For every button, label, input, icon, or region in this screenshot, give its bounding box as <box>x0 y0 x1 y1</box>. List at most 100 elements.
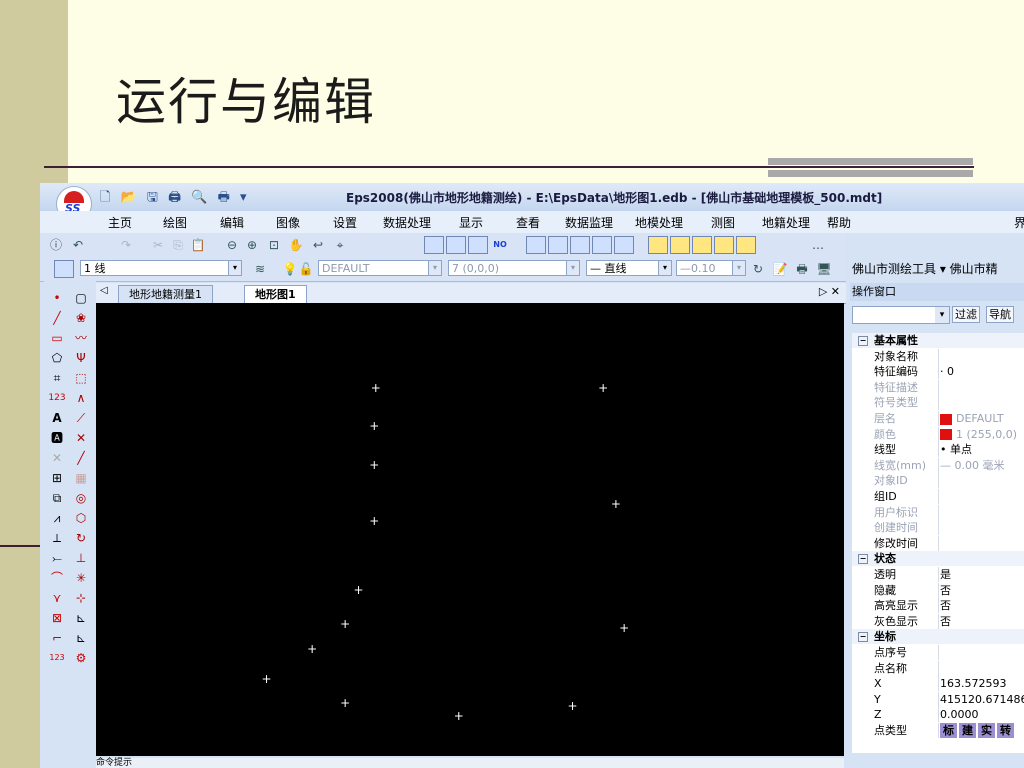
property-row[interactable]: 颜色 1 (255,0,0) <box>852 426 1024 442</box>
property-row[interactable]: 点序号 <box>852 645 1024 660</box>
property-row[interactable]: 创建时间 <box>852 520 1024 536</box>
map-canvas[interactable]: + + + + + + + + + + + + + + <box>96 303 844 756</box>
rect-tool-icon[interactable]: ▭ <box>48 329 66 347</box>
point-type-tag[interactable]: 实 <box>978 723 995 738</box>
survey-point[interactable]: + <box>567 700 577 712</box>
menu-data-supervision[interactable]: 数据监理 <box>565 214 613 231</box>
angle-tool-icon[interactable]: ∧ <box>72 389 90 407</box>
polygon-tool-icon[interactable]: ⬠ <box>48 349 66 367</box>
layer-tool-2-icon[interactable] <box>548 236 568 254</box>
circle-tool-icon[interactable]: ◎ <box>72 489 90 507</box>
property-row[interactable]: Y 415120.671486 <box>852 691 1024 707</box>
settings-tool-icon[interactable]: ⚙ <box>72 649 90 667</box>
property-category[interactable]: − 状态 <box>852 551 1024 567</box>
select-icon[interactable]: ⌖ <box>332 237 348 253</box>
table-view-icon[interactable] <box>468 236 488 254</box>
cut-icon[interactable]: ✂ <box>150 237 166 253</box>
tab-controls[interactable]: ▷ ✕ <box>819 285 840 298</box>
perpendicular-tool-icon[interactable]: ⊥ <box>72 549 90 567</box>
property-value[interactable]: 否 <box>940 598 951 613</box>
survey-point[interactable]: + <box>619 622 629 634</box>
no-icon[interactable]: NO <box>492 237 508 253</box>
survey-point[interactable]: + <box>262 673 272 685</box>
menu-terrain-model[interactable]: 地模处理 <box>635 214 683 231</box>
survey-point[interactable]: + <box>369 459 379 471</box>
survey-point[interactable]: + <box>340 697 350 709</box>
layer-tool-5-icon[interactable] <box>614 236 634 254</box>
grid-tool-icon[interactable]: ▦ <box>72 469 90 487</box>
property-category[interactable]: − 坐标 <box>852 629 1024 645</box>
property-value[interactable]: • 单点 <box>940 442 972 457</box>
zoom-prev-icon[interactable]: ↩ <box>310 237 326 253</box>
survey-point[interactable]: + <box>611 498 621 510</box>
property-row[interactable]: 透明 是 <box>852 567 1024 582</box>
property-row[interactable]: 灰色显示 否 <box>852 613 1024 629</box>
tab-scroll-left-icon[interactable]: ◁ <box>100 285 108 296</box>
property-value[interactable]: 163.572593 <box>940 676 1006 691</box>
survey-point[interactable]: + <box>598 382 608 394</box>
hexagon-tool-icon[interactable]: ⬡ <box>72 509 90 527</box>
star-tool-icon[interactable]: ✳ <box>72 569 90 587</box>
mirror-tool-icon[interactable]: ⩘ <box>48 509 66 527</box>
property-value[interactable]: 否 <box>940 583 951 598</box>
object-select[interactable]: ▾ <box>852 306 950 324</box>
property-value[interactable]: 否 <box>940 614 951 629</box>
survey-tools-label[interactable]: 佛山市测绘工具 ▾ 佛山市精 <box>852 260 998 277</box>
point-type-tag[interactable]: 标 <box>940 723 957 738</box>
property-row[interactable]: 修改时间 <box>852 535 1024 551</box>
lock-icon[interactable]: 🔓 <box>298 261 314 277</box>
menu-more[interactable]: 界 <box>1014 214 1024 231</box>
zoom-window-icon[interactable]: ⊡ <box>266 237 282 253</box>
survey-point[interactable]: + <box>371 382 381 394</box>
menu-display[interactable]: 显示 <box>459 214 483 231</box>
line-tool-icon[interactable]: ╱ <box>48 309 66 327</box>
property-row[interactable]: 线宽(mm) — 0.00 毫米 <box>852 457 1024 473</box>
join-tool-icon[interactable]: ⋎ <box>48 589 66 607</box>
group-tool-icon[interactable]: ⊞ <box>48 469 66 487</box>
quick-access-toolbar[interactable]: 🗋 📂 🖫 🖨 🔍 🖶 ▾ <box>100 188 250 210</box>
property-row[interactable]: 对象ID <box>852 473 1024 489</box>
curve-tool-icon[interactable]: 〰 <box>72 329 90 347</box>
bulb-icon[interactable]: 💡 <box>282 261 298 277</box>
property-row[interactable]: 点名称 <box>852 660 1024 676</box>
points-icon[interactable] <box>648 236 668 254</box>
menu-draw[interactable]: 绘图 <box>163 214 187 231</box>
property-value[interactable]: 1 (255,0,0) <box>940 427 1017 442</box>
property-row[interactable]: 对象名称 <box>852 348 1024 364</box>
property-category[interactable]: − 基本属性 <box>852 333 1024 348</box>
arc-tool-icon[interactable]: ↻ <box>72 529 90 547</box>
tab-map1[interactable]: 地形图1 <box>244 285 307 303</box>
frame-icon[interactable] <box>692 236 712 254</box>
layer-combo[interactable]: DEFAULT ▾ <box>318 260 442 276</box>
point-type-tag[interactable]: 转 <box>997 723 1014 738</box>
property-row[interactable]: 组ID <box>852 489 1024 504</box>
symbol-tool-icon[interactable]: ❀ <box>72 309 90 327</box>
layers-icon[interactable]: ≋ <box>252 261 268 277</box>
menu-data-processing[interactable]: 数据处理 <box>383 214 431 231</box>
pan-icon[interactable]: ✋ <box>288 237 304 253</box>
menu-edit[interactable]: 编辑 <box>220 214 244 231</box>
extend-tool-icon[interactable]: ⟂ <box>48 529 66 547</box>
slant-tool-icon[interactable]: ⟋ <box>72 409 90 427</box>
menu-image[interactable]: 图像 <box>276 214 300 231</box>
point-tool-icon[interactable]: • <box>48 289 66 307</box>
survey-point[interactable]: + <box>340 618 350 630</box>
offset-tool-icon[interactable]: ⊹ <box>72 589 90 607</box>
delete-tool-icon[interactable]: ✕ <box>48 449 66 467</box>
survey-point[interactable]: + <box>354 584 364 596</box>
layer-tool-1-icon[interactable] <box>526 236 546 254</box>
grid-view-icon[interactable] <box>424 236 444 254</box>
menu-settings[interactable]: 设置 <box>333 214 357 231</box>
properties-icon[interactable]: 📝 <box>772 261 788 277</box>
navigate-button[interactable]: 导航 <box>986 306 1014 323</box>
point-type-tag[interactable]: 建 <box>959 723 976 738</box>
property-row[interactable]: 点类型 标建实转 <box>852 723 1024 738</box>
layer-tool-4-icon[interactable] <box>592 236 612 254</box>
menu-home[interactable]: 主页 <box>108 214 132 231</box>
draw-line-tool-icon[interactable]: ╱ <box>72 449 90 467</box>
collapse-icon[interactable]: − <box>858 336 868 346</box>
property-value[interactable]: 是 <box>940 567 951 582</box>
more-tools-icon[interactable]: … <box>810 237 826 253</box>
split-view-icon[interactable] <box>446 236 466 254</box>
survey-point[interactable]: + <box>369 420 379 432</box>
